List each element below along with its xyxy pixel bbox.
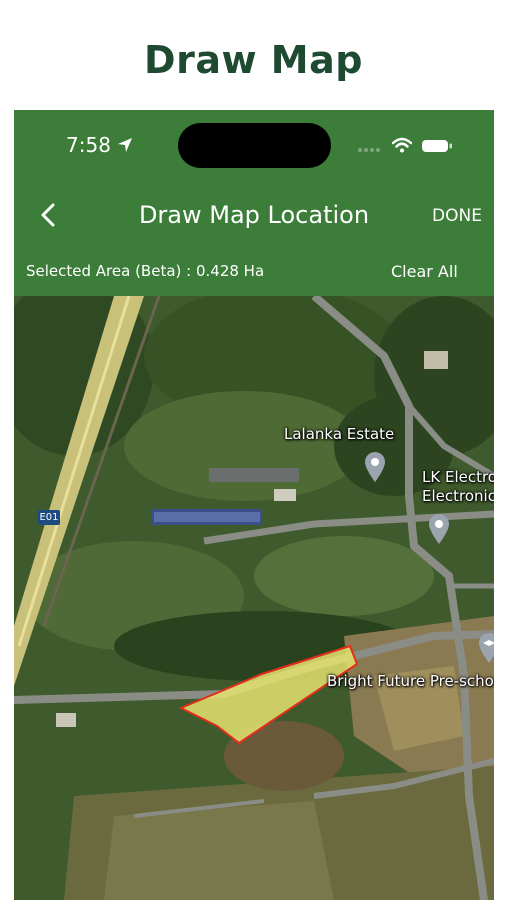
- label-lalanka-estate: Lalanka Estate: [284, 425, 395, 443]
- wifi-icon: [392, 137, 412, 153]
- phone-screen: 7:58 Draw Map Location DONE Selected Are…: [14, 110, 494, 900]
- satellite-map[interactable]: Lalanka Estate LK Electro Electronic Bri…: [14, 276, 494, 900]
- clear-all-button[interactable]: Clear All: [391, 262, 458, 281]
- label-lk-electro: LK Electro: [422, 468, 494, 486]
- done-button[interactable]: DONE: [432, 206, 482, 226]
- map-pin-icon[interactable]: [364, 451, 386, 483]
- label-bright-future: Bright Future Pre-scho: [327, 672, 494, 690]
- map-pin-icon[interactable]: [428, 513, 450, 545]
- school-pin-icon[interactable]: [478, 632, 494, 664]
- selected-area-text: Selected Area (Beta) : 0.428 Ha: [26, 262, 265, 280]
- nav-title: Draw Map Location: [138, 201, 370, 229]
- page-title: Draw Map: [144, 38, 363, 82]
- back-chevron-icon[interactable]: [36, 202, 62, 228]
- label-lk-electronic: Electronic: [422, 487, 494, 505]
- map-imagery: [14, 276, 494, 900]
- location-arrow-icon: [118, 138, 132, 152]
- status-time: 7:58: [66, 133, 111, 157]
- app-header: 7:58 Draw Map Location DONE Selected Are…: [14, 110, 494, 296]
- dynamic-island: [178, 123, 331, 168]
- road-shield-e01: E01: [38, 510, 60, 525]
- battery-icon: [422, 140, 452, 152]
- signal-icon: [358, 148, 380, 152]
